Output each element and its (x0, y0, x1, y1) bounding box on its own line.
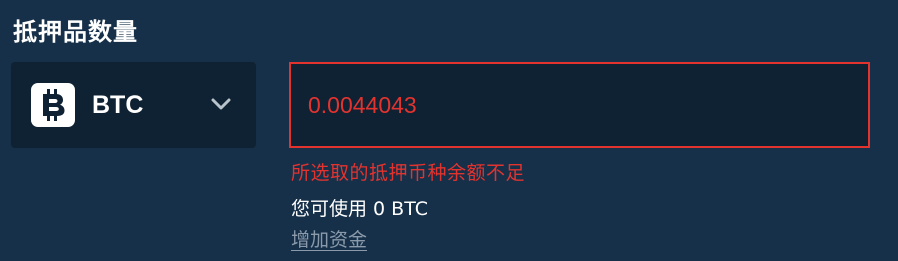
bitcoin-icon (31, 83, 75, 127)
amount-field (289, 62, 870, 148)
currency-dropdown[interactable]: BTC (11, 62, 256, 148)
amount-input[interactable] (308, 90, 848, 120)
available-balance: 您可使用 0 BTC (291, 198, 428, 220)
currency-label: BTC (92, 91, 144, 119)
chevron-down-icon (211, 96, 231, 115)
collateral-panel: 抵押品数量 BTC 所选取的抵押币种余额不足 您可使用 0 BTC 增加资金 (0, 0, 898, 261)
insufficient-balance-error: 所选取的抵押币种余额不足 (291, 162, 526, 184)
add-funds-link[interactable]: 增加资金 (291, 225, 367, 252)
section-title: 抵押品数量 (13, 18, 138, 46)
